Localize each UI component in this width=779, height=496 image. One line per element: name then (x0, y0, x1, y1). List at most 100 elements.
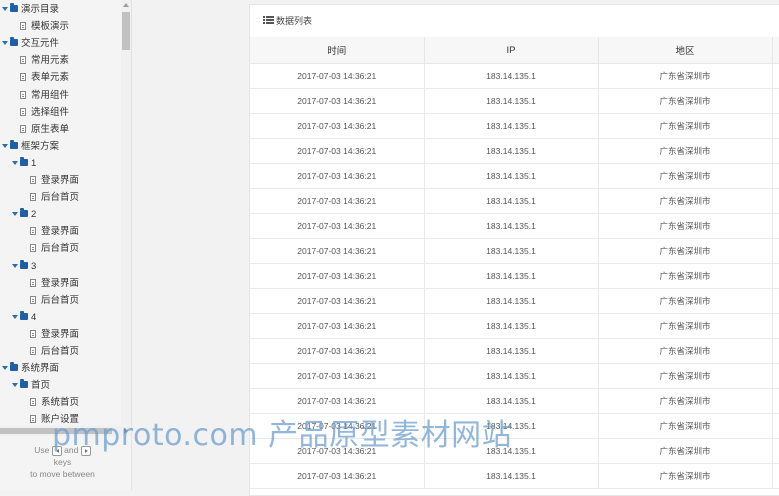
table-row: 2017-07-03 14:36:21 183.14.135.1 广东省深圳市 (250, 438, 779, 464)
folder-icon (10, 362, 18, 372)
tree-item-label: 登录界面 (41, 277, 80, 289)
table-cell (771, 288, 779, 314)
table-cell: 广东省深圳市 (597, 413, 773, 439)
table-row: 2017-07-03 14:36:21 183.14.135.1 广东省深圳市 (250, 163, 779, 189)
panel-header: 数据列表 (250, 5, 779, 38)
table-cell (771, 213, 779, 239)
expand-arrow-icon[interactable] (2, 143, 8, 148)
vertical-scrollbar-track[interactable] (121, 0, 131, 425)
table-cell: 183.14.135.1 (423, 113, 599, 139)
table-cell (771, 413, 779, 439)
expand-arrow-icon[interactable] (12, 314, 18, 319)
table-row: 2017-07-03 14:36:21 183.14.135.1 广东省深圳市 (250, 413, 779, 439)
tree-item-label: 选择组件 (31, 106, 70, 118)
table-cell: 183.14.135.1 (423, 288, 599, 314)
page-icon (30, 278, 36, 287)
table-cell: 广东省深圳市 (597, 338, 773, 364)
tree-item-label: 后台首页 (41, 243, 80, 255)
page-icon (20, 22, 26, 31)
table-cell: 183.14.135.1 (423, 338, 599, 364)
table-row: 2017-07-03 14:36:21 183.14.135.1 广东省深圳市 (250, 188, 779, 214)
table-cell: 183.14.135.1 (423, 413, 599, 439)
expand-arrow-icon[interactable] (2, 366, 8, 371)
table-cell: 2017-07-03 14:36:21 (250, 163, 425, 189)
table-cell (771, 438, 779, 464)
table-cell (771, 463, 779, 489)
table-cell: 2017-07-03 14:36:21 (250, 113, 425, 139)
table-cell: 183.14.135.1 (423, 88, 599, 114)
table-cell: 183.14.135.1 (423, 263, 599, 289)
data-table: 时间 IP 地区 2017-07-03 14:36:21 183.14.135.1 广东… (250, 37, 779, 489)
tree-item-label: 系统首页 (41, 397, 80, 409)
table-cell: 广东省深圳市 (597, 238, 773, 264)
table-cell: 2017-07-03 14:36:21 (250, 263, 425, 289)
folder-icon (10, 37, 18, 47)
expand-arrow-icon[interactable] (12, 383, 18, 388)
table-row: 2017-07-03 14:36:21 183.14.135.1 广东省深圳市 (250, 138, 779, 164)
table-cell: 2017-07-03 14:36:21 (250, 413, 425, 439)
table-cell: 183.14.135.1 (423, 363, 599, 389)
tree-item-label: 后台首页 (41, 192, 80, 204)
table-cell (771, 163, 779, 189)
table-cell: 183.14.135.1 (423, 388, 599, 414)
tree-item-label: 4 (31, 311, 37, 323)
table-cell (771, 188, 779, 214)
table-cell: 广东省深圳市 (597, 213, 773, 239)
expand-arrow-icon[interactable] (12, 212, 18, 217)
table-row: 2017-07-03 14:36:21 183.14.135.1 广东省深圳市 (250, 463, 779, 489)
keyboard-hint: Use and keys to move between (0, 444, 125, 480)
horizontal-scrollbar-thumb[interactable] (0, 428, 112, 434)
expand-arrow-icon[interactable] (12, 160, 18, 165)
page-icon (30, 176, 36, 184)
tree-item-label: 常用元素 (31, 55, 70, 67)
table-cell: 2017-07-03 14:36:21 (250, 238, 425, 264)
table-cell: 广东省深圳市 (597, 263, 773, 289)
table-cell: 183.14.135.1 (423, 213, 599, 239)
tree-item-label: 后台首页 (41, 294, 80, 306)
table-cell: 2017-07-03 14:36:21 (250, 288, 425, 314)
scroll-right-arrow-icon[interactable] (124, 428, 128, 434)
tree-item-label: 系统界面 (21, 363, 60, 375)
table-cell (771, 363, 779, 389)
tree-item-label: 1 (31, 157, 37, 169)
page-icon (30, 347, 36, 355)
expand-arrow-icon[interactable] (2, 7, 8, 11)
table-cell: 2017-07-03 14:36:21 (250, 63, 425, 89)
table-cell: 2017-07-03 14:36:21 (250, 213, 425, 239)
table-row: 2017-07-03 14:36:21 183.14.135.1 广东省深圳市 (250, 113, 779, 139)
table-cell: 183.14.135.1 (423, 63, 599, 89)
table-row: 2017-07-03 14:36:21 183.14.135.1 广东省深圳市 (250, 63, 779, 89)
page-icon (30, 227, 36, 236)
right-key-icon (80, 445, 91, 456)
tree-item-label: 表单元素 (31, 72, 70, 84)
tree-item-label: 框架方案 (21, 140, 60, 152)
table-cell: 2017-07-03 14:36:21 (250, 388, 425, 414)
page-icon (30, 244, 36, 253)
table-cell: 2017-07-03 14:36:21 (250, 363, 425, 389)
hint-keys: keys (53, 457, 72, 467)
table-cell: 广东省深圳市 (597, 438, 773, 464)
page-icon (30, 193, 36, 202)
page-icon (20, 56, 26, 65)
table-cell: 广东省深圳市 (597, 138, 773, 164)
table-cell: 2017-07-03 14:36:21 (250, 88, 425, 114)
table-row: 2017-07-03 14:36:21 183.14.135.1 广东省深圳市 (250, 263, 779, 289)
page-icon (30, 415, 36, 424)
table-cell: 广东省深圳市 (597, 388, 773, 414)
table-row: 2017-07-03 14:36:21 183.14.135.1 广东省深圳市 (250, 338, 779, 364)
table-cell: 广东省深圳市 (597, 288, 773, 314)
folder-icon (20, 379, 28, 389)
hint-move: to move between (30, 469, 95, 479)
table-cell (771, 138, 779, 164)
expand-arrow-icon[interactable] (2, 41, 8, 46)
tree-item-label: 模板演示 (31, 21, 70, 33)
vertical-scrollbar-thumb[interactable] (122, 12, 130, 50)
scroll-up-arrow-icon[interactable] (123, 3, 129, 7)
page-icon (30, 398, 36, 407)
table-cell: 2017-07-03 14:36:21 (250, 438, 425, 464)
table-cell: 广东省深圳市 (597, 188, 773, 214)
tree-item-label: 2 (31, 209, 37, 221)
table-cell (771, 263, 779, 289)
expand-arrow-icon[interactable] (12, 263, 18, 268)
table-cell (771, 88, 779, 114)
